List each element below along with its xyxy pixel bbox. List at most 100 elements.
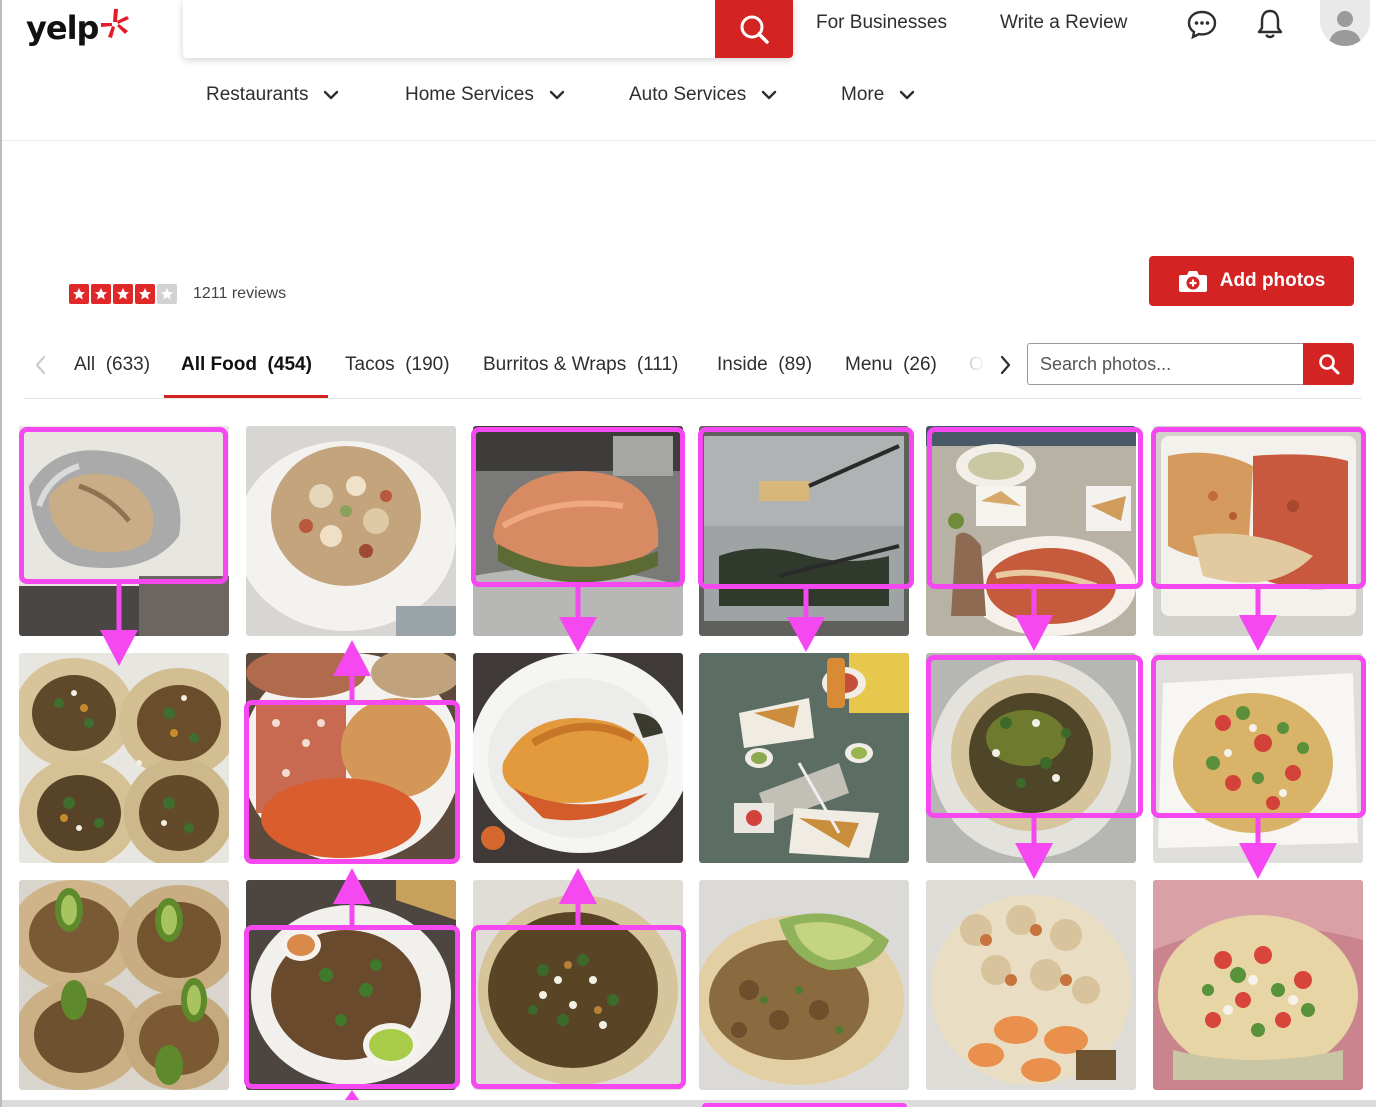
photo-image	[926, 880, 1136, 1090]
photo-street-tacos-pastor[interactable]	[19, 653, 229, 863]
messages-button[interactable]	[1184, 6, 1220, 42]
add-photos-label: Add photos	[1219, 270, 1326, 291]
tab-all[interactable]: All (633)	[74, 354, 150, 376]
chevron-right-icon	[1000, 355, 1011, 375]
category-nav: Restaurants Home Services Auto Services …	[2, 84, 1376, 114]
search-button[interactable]	[715, 0, 793, 58]
star-empty-icon	[157, 284, 177, 304]
photo-shrimp-chicken-plate[interactable]	[926, 880, 1136, 1090]
tabs-scroll-left[interactable]	[32, 354, 50, 381]
user-avatar-icon	[1329, 11, 1361, 46]
user-avatar[interactable]	[1320, 0, 1370, 46]
highlight-box-partial	[702, 1103, 907, 1107]
photo-image	[19, 653, 229, 863]
chevron-down-icon	[324, 90, 339, 100]
chevron-down-icon	[549, 90, 565, 100]
add-photos-button[interactable]: Add photos	[1149, 256, 1354, 306]
photo-avocado-steak-taco[interactable]	[699, 880, 909, 1090]
photo-taco-with-salsa-verde[interactable]	[926, 653, 1136, 863]
page: yelp For Businesses Write a Review Resta…	[0, 0, 1376, 1107]
photo-image	[699, 426, 909, 636]
search-photos-button[interactable]	[1303, 343, 1354, 385]
tab-all-food[interactable]: All Food (454)	[181, 354, 312, 376]
nav-label: Restaurants	[206, 84, 309, 105]
photo-category-tabs: All (633) All Food (454) Tacos (190) Bur…	[2, 340, 1022, 400]
tab-label: Inside	[717, 354, 768, 375]
messages-icon	[1187, 10, 1217, 39]
photo-image	[1153, 653, 1363, 863]
write-a-review-link[interactable]: Write a Review	[1000, 12, 1127, 34]
photo-tacos-with-guacamole-cup[interactable]	[246, 880, 456, 1090]
tab-count: (633)	[105, 354, 151, 375]
photo-pico-de-gallo-tostada[interactable]	[1153, 880, 1363, 1090]
star-icon	[91, 284, 111, 304]
nav-label: Home Services	[405, 84, 534, 105]
tab-burritos-wraps[interactable]: Burritos & Wraps (111)	[483, 354, 678, 376]
photo-image	[19, 880, 229, 1090]
notifications-button[interactable]	[1252, 6, 1288, 42]
tab-tacos[interactable]: Tacos (190)	[345, 354, 450, 376]
star-icon	[69, 284, 89, 304]
nav-label: More	[841, 84, 885, 105]
tab-label: All Food	[181, 354, 257, 375]
photo-torta-sandwich[interactable]	[473, 426, 683, 636]
search-icon	[1318, 354, 1339, 375]
tab-count: (111)	[636, 354, 679, 375]
photo-image	[926, 426, 1136, 636]
tab-label: All	[74, 354, 96, 375]
photo-nachos-pico-tray[interactable]	[1153, 653, 1363, 863]
review-count[interactable]: 1211 reviews	[193, 285, 286, 303]
photo-chopped-meat-plate[interactable]	[246, 426, 456, 636]
photo-enchilada-rice-beans-plate[interactable]	[246, 653, 456, 863]
nav-restaurants[interactable]: Restaurants	[206, 84, 342, 106]
photo-image	[246, 880, 456, 1090]
tabs-scroll-right[interactable]	[996, 354, 1014, 381]
tab-count: (89)	[778, 354, 813, 375]
nav-label: Auto Services	[629, 84, 747, 105]
nav-home-services[interactable]: Home Services	[405, 84, 568, 106]
photo-chips-salsa-table[interactable]	[699, 653, 909, 863]
photo-plastic-containers[interactable]	[699, 426, 909, 636]
photo-foil-wrapped-burrito[interactable]	[19, 426, 229, 636]
yelp-burst-icon	[101, 9, 130, 38]
search-photos-input[interactable]	[1027, 343, 1304, 385]
nav-more[interactable]: More	[841, 84, 918, 106]
tab-count: (26)	[903, 354, 937, 375]
photo-image	[19, 426, 229, 636]
for-businesses-link[interactable]: For Businesses	[816, 12, 947, 34]
photo-image	[246, 426, 456, 636]
photo-image	[1153, 426, 1363, 636]
photo-rice-and-enchilada-box[interactable]	[1153, 426, 1363, 636]
yelp-logo[interactable]: yelp	[26, 6, 130, 50]
tab-label: Burritos & Wraps	[483, 354, 627, 375]
tabs-divider	[24, 398, 1362, 399]
star-icon	[113, 284, 133, 304]
photo-image	[473, 880, 683, 1090]
tab-inside[interactable]: Inside (89)	[717, 354, 812, 376]
photo-image	[1153, 880, 1363, 1090]
star-rating	[69, 284, 177, 304]
search-icon	[740, 15, 769, 44]
main-search-bar[interactable]	[183, 0, 793, 58]
logo-text: yelp	[26, 9, 99, 47]
bottom-scroll-edge	[2, 1100, 1376, 1107]
camera-plus-icon	[1178, 271, 1207, 292]
bell-icon	[1257, 9, 1283, 39]
tab-label: Menu	[845, 354, 893, 375]
photo-image	[699, 653, 909, 863]
photo-image	[246, 653, 456, 863]
chevron-down-icon	[900, 90, 915, 100]
tab-count: (190)	[405, 354, 450, 375]
tab-menu[interactable]: Menu (26)	[845, 354, 937, 376]
photo-avocado-tacos[interactable]	[19, 880, 229, 1090]
photo-chile-relleno-plate[interactable]	[473, 653, 683, 863]
photo-table-spread-enchiladas[interactable]	[926, 426, 1136, 636]
tabs-fade	[962, 350, 992, 386]
photo-image	[473, 653, 683, 863]
tab-label: Tacos	[345, 354, 395, 375]
nav-auto-services[interactable]: Auto Services	[629, 84, 780, 106]
photo-image	[926, 653, 1136, 863]
photo-carnitas-tacos-onion[interactable]	[473, 880, 683, 1090]
tab-count: (454)	[267, 354, 312, 375]
chevron-down-icon	[762, 90, 777, 100]
